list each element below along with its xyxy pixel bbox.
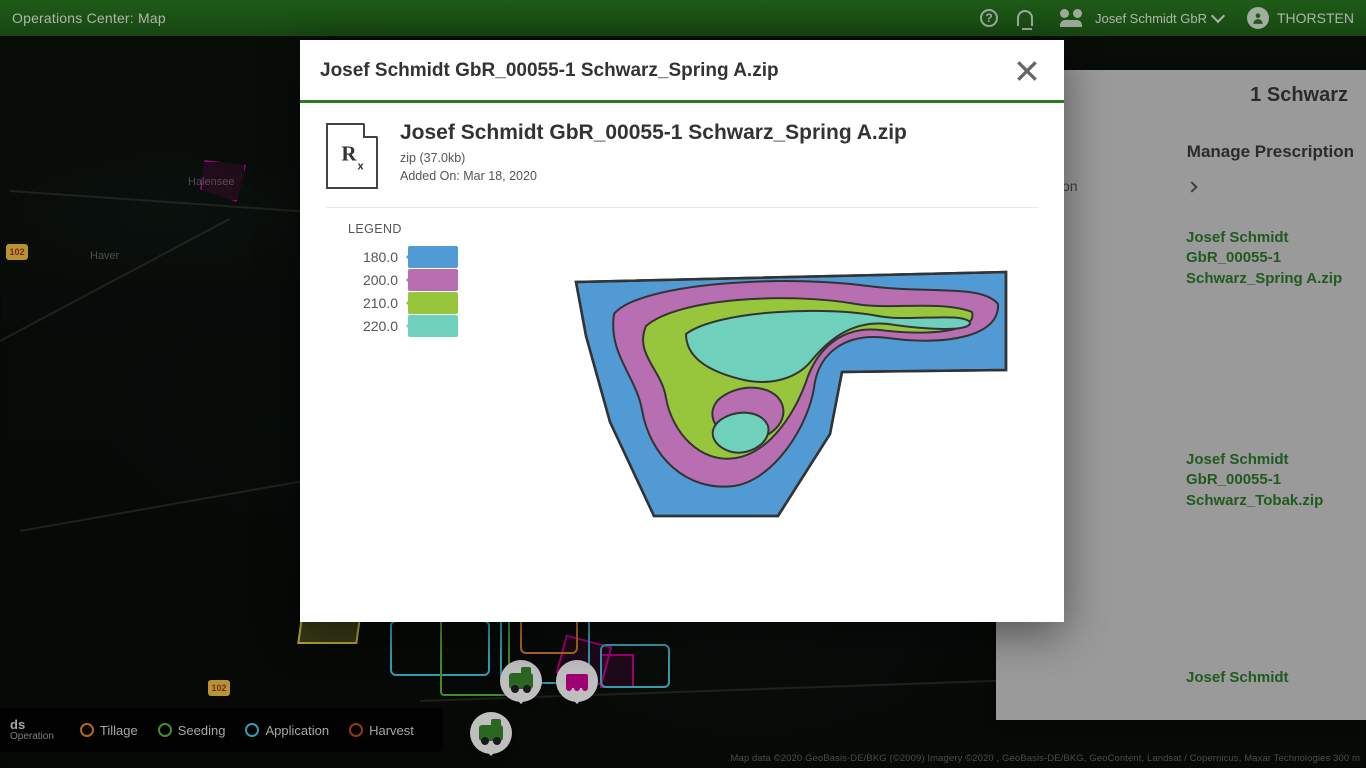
file-header: Rx Josef Schmidt GbR_00055-1 Schwarz_Spr… bbox=[326, 121, 1038, 208]
legend-value: 210.0 bbox=[348, 295, 398, 311]
legend-row: 180.0 bbox=[348, 246, 468, 268]
legend-row: 200.0 bbox=[348, 269, 468, 291]
legend-title: LEGEND bbox=[348, 222, 1038, 236]
rx-file-icon: Rx bbox=[326, 123, 378, 189]
legend-swatch bbox=[408, 269, 458, 291]
legend-swatch bbox=[408, 246, 458, 268]
legend-row: 210.0 bbox=[348, 292, 468, 314]
file-size: zip (37.0kb) bbox=[400, 149, 907, 167]
legend-value: 220.0 bbox=[348, 318, 398, 334]
legend-value: 200.0 bbox=[348, 272, 398, 288]
file-name: Josef Schmidt GbR_00055-1 Schwarz_Spring… bbox=[400, 121, 907, 145]
prescription-field-map bbox=[568, 250, 1028, 540]
legend-swatch bbox=[408, 292, 458, 314]
legend-swatch bbox=[408, 315, 458, 337]
legend-value: 180.0 bbox=[348, 249, 398, 265]
close-button[interactable] bbox=[1010, 54, 1044, 88]
file-added-on: Added On: Mar 18, 2020 bbox=[400, 167, 907, 185]
close-icon bbox=[1014, 58, 1040, 84]
modal-header: Josef Schmidt GbR_00055-1 Schwarz_Spring… bbox=[300, 40, 1064, 103]
prescription-modal: Josef Schmidt GbR_00055-1 Schwarz_Spring… bbox=[300, 40, 1064, 622]
modal-title-text: Josef Schmidt GbR_00055-1 Schwarz_Spring… bbox=[320, 60, 779, 82]
legend-row: 220.0 bbox=[348, 315, 468, 337]
